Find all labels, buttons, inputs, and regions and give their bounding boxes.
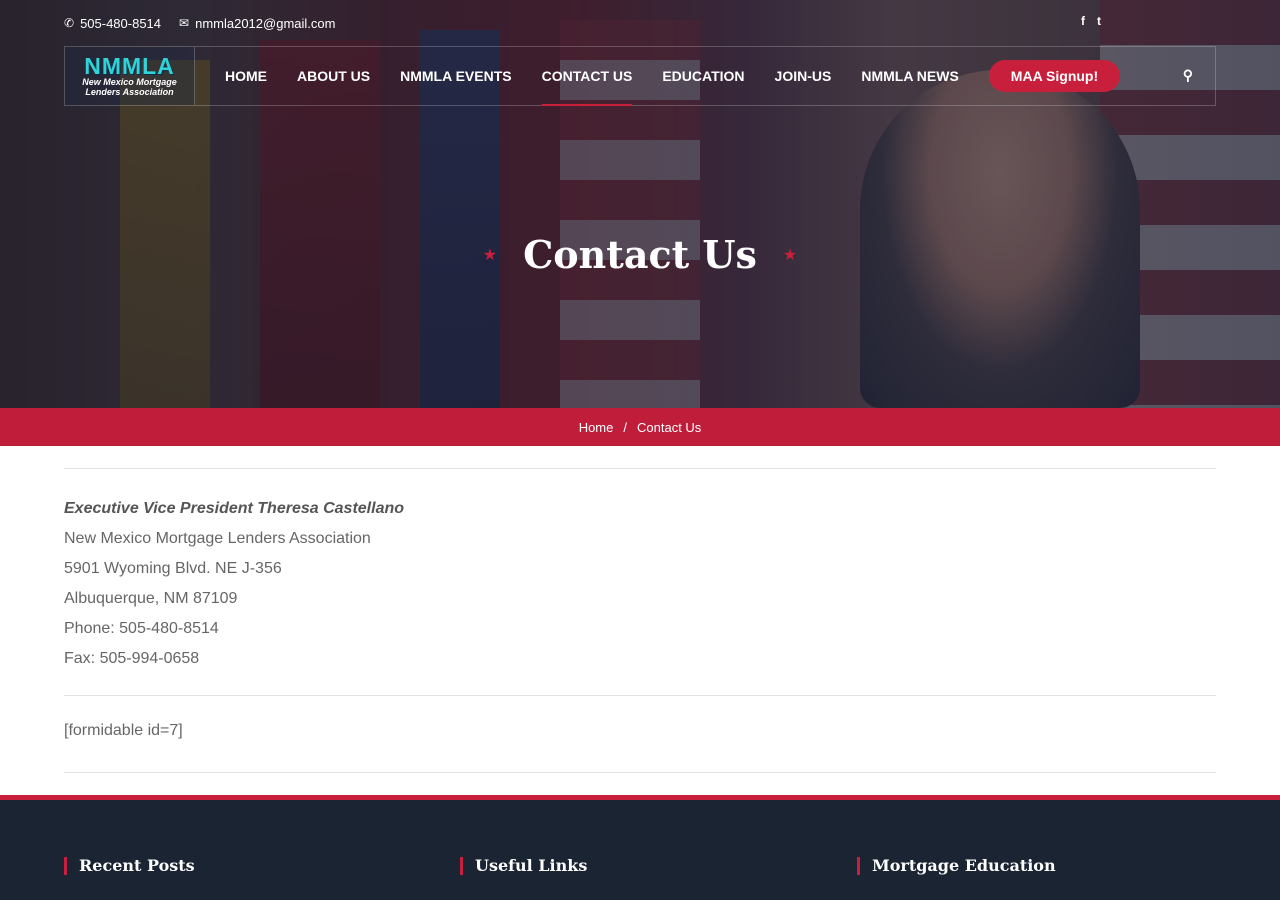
contact-fax: Fax: 505-994-0658 bbox=[64, 650, 200, 667]
page-title: ★ Contact Us ★ bbox=[0, 232, 1280, 277]
footer-heading-accent bbox=[857, 856, 860, 875]
facebook-icon[interactable]: f bbox=[1081, 14, 1085, 28]
nav-contact-us[interactable]: CONTACT US bbox=[541, 47, 632, 106]
breadcrumb: Home / Contact Us bbox=[0, 408, 1280, 446]
breadcrumb-separator: / bbox=[623, 419, 627, 435]
nav-join-us[interactable]: JOIN-US bbox=[775, 47, 832, 105]
logo-acronym: NMMLA bbox=[84, 53, 175, 79]
nav-nmmla-events[interactable]: NMMLA EVENTS bbox=[400, 47, 511, 105]
twitter-icon[interactable]: t bbox=[1097, 14, 1101, 28]
star-icon: ★ bbox=[482, 246, 498, 264]
contact-city: Albuquerque, NM 87109 bbox=[64, 590, 238, 607]
nav-education[interactable]: EDUCATION bbox=[662, 47, 744, 105]
contact-organization: New Mexico Mortgage Lenders Association bbox=[64, 530, 371, 547]
form-shortcode: [formidable id=7] bbox=[64, 722, 183, 739]
top-email-text: nmmla2012@gmail.com bbox=[195, 15, 336, 31]
page-title-text: Contact Us bbox=[523, 232, 757, 277]
contact-exec: Executive Vice President Theresa Castell… bbox=[64, 500, 405, 517]
search-icon[interactable]: ⚲ bbox=[1183, 67, 1193, 84]
breadcrumb-home[interactable]: Home bbox=[579, 420, 614, 435]
footer-heading-accent bbox=[460, 856, 463, 875]
divider bbox=[64, 772, 1216, 773]
top-phone[interactable]: ✆ 505-480-8514 bbox=[64, 16, 161, 31]
footer-heading: Useful Links bbox=[475, 856, 588, 875]
maa-signup-button[interactable]: MAA Signup! bbox=[988, 60, 1121, 92]
divider bbox=[64, 468, 1216, 469]
footer-col-useful-links: Useful Links bbox=[460, 856, 587, 875]
logo-subtitle-line1: New Mexico Mortgage bbox=[82, 77, 177, 87]
top-contact-bar: ✆ 505-480-8514 ✉ nmmla2012@gmail.com bbox=[64, 13, 335, 33]
divider bbox=[64, 695, 1216, 696]
footer-heading: Recent Posts bbox=[79, 856, 195, 875]
envelope-icon: ✉ bbox=[179, 16, 190, 30]
nav-home[interactable]: HOME bbox=[225, 47, 267, 105]
footer-heading-accent bbox=[64, 856, 67, 875]
phone-icon: ✆ bbox=[64, 16, 75, 30]
breadcrumb-current: Contact Us bbox=[637, 419, 702, 435]
footer-col-recent-posts: Recent Posts bbox=[64, 856, 195, 875]
logo-subtitle-line2: Lenders Association bbox=[85, 87, 174, 97]
nav-nmmla-news[interactable]: NMMLA NEWS bbox=[861, 47, 958, 105]
site-footer: Recent Posts Useful Links Mortgage Educa… bbox=[0, 795, 1280, 900]
hero-banner: ✆ 505-480-8514 ✉ nmmla2012@gmail.com f t… bbox=[0, 0, 1280, 408]
top-email[interactable]: ✉ nmmla2012@gmail.com bbox=[179, 16, 335, 31]
main-navbar: NMMLA New Mexico Mortgage Lenders Associ… bbox=[64, 46, 1216, 106]
top-phone-text: 505-480-8514 bbox=[80, 15, 162, 31]
star-icon: ★ bbox=[782, 246, 798, 264]
nav-about-us[interactable]: ABOUT US bbox=[297, 47, 370, 105]
footer-heading: Mortgage Education bbox=[872, 856, 1056, 875]
contact-address: 5901 Wyoming Blvd. NE J-356 bbox=[64, 560, 282, 577]
site-logo[interactable]: NMMLA New Mexico Mortgage Lenders Associ… bbox=[65, 47, 195, 105]
contact-phone: Phone: 505-480-8514 bbox=[64, 620, 219, 637]
primary-nav: HOME ABOUT US NMMLA EVENTS CONTACT US ED… bbox=[225, 47, 1121, 106]
contact-details: Executive Vice President Theresa Castell… bbox=[64, 494, 404, 674]
social-links: f t bbox=[1081, 14, 1101, 28]
footer-col-mortgage-education: Mortgage Education bbox=[857, 856, 1056, 875]
